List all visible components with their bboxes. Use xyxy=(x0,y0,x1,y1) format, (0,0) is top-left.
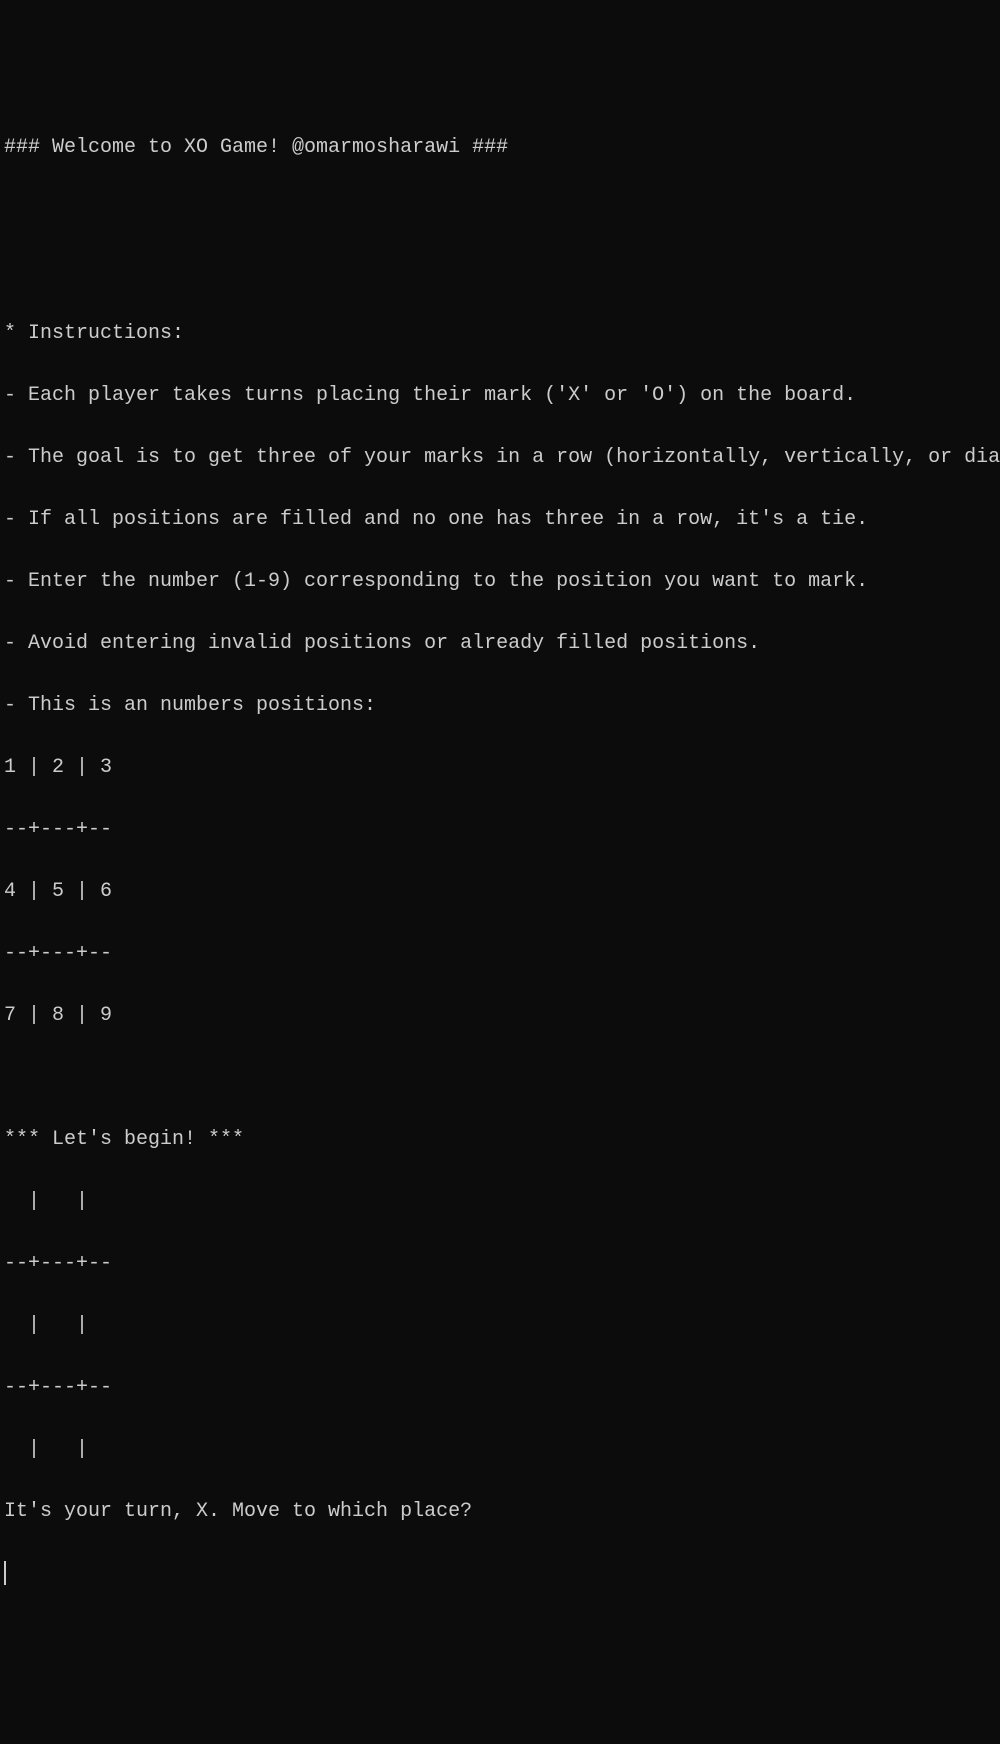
position-grid-row: 4 | 5 | 6 xyxy=(4,876,996,907)
blank-line xyxy=(4,256,996,287)
position-grid-row: 7 | 8 | 9 xyxy=(4,1000,996,1031)
game-board-row: | | xyxy=(4,1186,996,1217)
game-board-separator: --+---+-- xyxy=(4,1372,996,1403)
cursor-icon xyxy=(4,1561,6,1585)
blank-line xyxy=(4,194,996,225)
game-board-row: | | xyxy=(4,1310,996,1341)
instruction-line: - This is an numbers positions: xyxy=(4,690,996,721)
blank-line xyxy=(4,1062,996,1093)
game-board-row: | | xyxy=(4,1434,996,1465)
instruction-line: - Each player takes turns placing their … xyxy=(4,380,996,411)
position-grid-separator: --+---+-- xyxy=(4,938,996,969)
welcome-line: ### Welcome to XO Game! @omarmosharawi #… xyxy=(4,132,996,163)
instruction-line: - Enter the number (1-9) corresponding t… xyxy=(4,566,996,597)
position-grid-separator: --+---+-- xyxy=(4,814,996,845)
instruction-line: - The goal is to get three of your marks… xyxy=(4,442,996,473)
instruction-line: - If all positions are filled and no one… xyxy=(4,504,996,535)
turn-prompt: It's your turn, X. Move to which place? xyxy=(4,1496,996,1527)
position-grid-row: 1 | 2 | 3 xyxy=(4,752,996,783)
input-line[interactable] xyxy=(4,1558,996,1589)
begin-line: *** Let's begin! *** xyxy=(4,1124,996,1155)
game-board-separator: --+---+-- xyxy=(4,1248,996,1279)
instruction-line: - Avoid entering invalid positions or al… xyxy=(4,628,996,659)
instructions-header: * Instructions: xyxy=(4,318,996,349)
